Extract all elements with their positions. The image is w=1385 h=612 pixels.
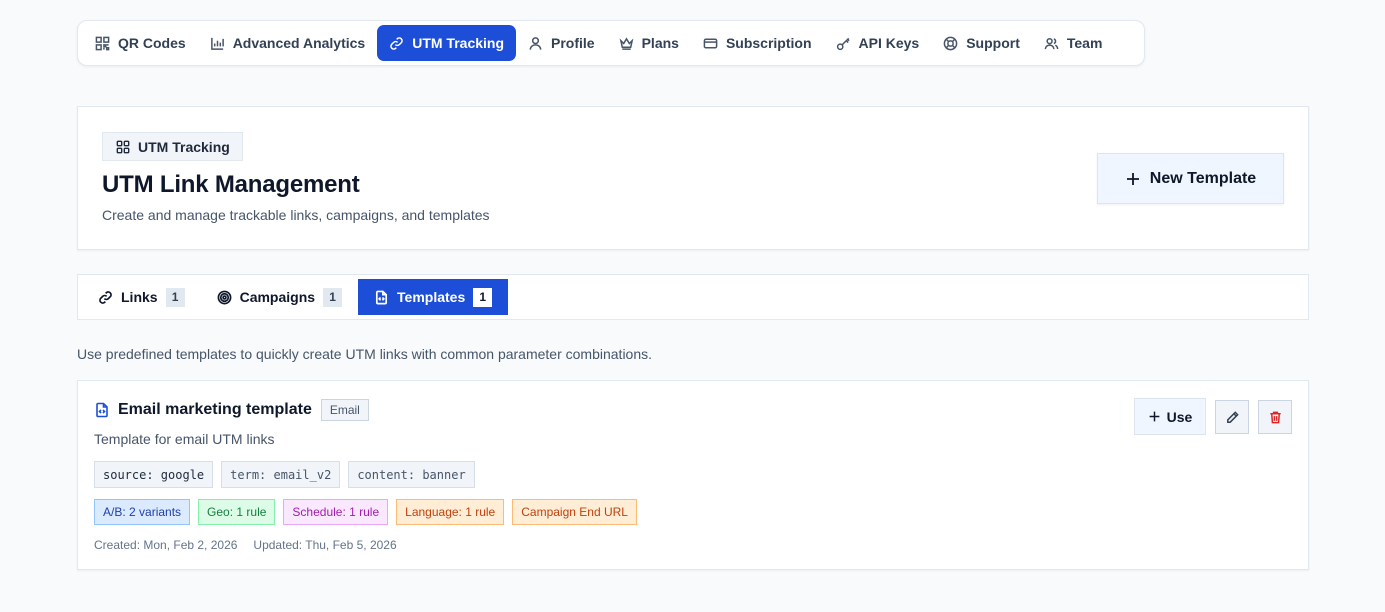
- crown-icon: [619, 36, 634, 51]
- nav-item-label: API Keys: [858, 35, 920, 51]
- link-icon: [98, 290, 113, 305]
- credit-card-icon: [703, 36, 718, 51]
- nav-item-label: Team: [1066, 35, 1103, 51]
- user-icon: [528, 36, 543, 51]
- tab-count-badge: 1: [165, 287, 185, 307]
- plus-icon: [1148, 410, 1161, 423]
- template-description: Template for email UTM links: [94, 431, 275, 447]
- nav-item-api-keys[interactable]: API Keys: [824, 25, 932, 61]
- templates-description: Use predefined templates to quickly crea…: [77, 346, 653, 362]
- nav-item-label: Profile: [551, 35, 595, 51]
- language-rule-badge: Language: 1 rule: [396, 499, 505, 525]
- edit-template-button[interactable]: [1215, 400, 1249, 434]
- tab-bar: Links 1 Campaigns 1 Templates 1: [77, 274, 1309, 320]
- tab-links[interactable]: Links 1: [82, 279, 201, 315]
- template-category-badge: Email: [320, 399, 369, 421]
- file-code-icon: [374, 290, 389, 305]
- nav-item-profile[interactable]: Profile: [516, 25, 607, 61]
- grid-icon: [116, 140, 130, 154]
- nav-item-advanced-analytics[interactable]: Advanced Analytics: [198, 25, 378, 61]
- tab-label: Links: [121, 289, 158, 305]
- param-chip: source: google: [94, 461, 214, 488]
- nav-item-label: QR Codes: [118, 35, 186, 51]
- nav-item-team[interactable]: Team: [1032, 25, 1115, 61]
- template-card: Email marketing template Email Template …: [77, 380, 1309, 570]
- template-header: Email marketing template Email: [94, 399, 369, 421]
- qr-code-icon: [95, 36, 110, 51]
- nav-item-label: Plans: [641, 35, 679, 51]
- nav-item-support[interactable]: Support: [931, 25, 1032, 61]
- top-navigation: QR Codes Advanced Analytics UTM Tracking…: [77, 20, 1145, 66]
- page-title: UTM Link Management: [102, 171, 360, 198]
- delete-template-button[interactable]: [1258, 400, 1292, 434]
- users-icon: [1044, 36, 1059, 51]
- tab-count-badge: 1: [323, 287, 343, 307]
- nav-item-label: Support: [966, 35, 1020, 51]
- nav-item-label: UTM Tracking: [412, 35, 505, 51]
- tab-label: Campaigns: [239, 289, 316, 305]
- template-name: Email marketing template: [118, 401, 312, 418]
- nav-item-label: Subscription: [725, 35, 812, 51]
- key-icon: [836, 36, 851, 51]
- tab-campaigns[interactable]: Campaigns 1: [201, 279, 358, 315]
- nav-item-utm-tracking[interactable]: UTM Tracking: [377, 25, 517, 61]
- template-actions: Use: [1134, 398, 1292, 435]
- plus-icon: [1125, 171, 1141, 187]
- use-template-button[interactable]: Use: [1134, 398, 1206, 435]
- new-template-button[interactable]: New Template: [1097, 153, 1284, 204]
- lifebuoy-icon: [943, 36, 958, 51]
- updated-date: Updated: Thu, Feb 5, 2026: [253, 538, 397, 552]
- trash-icon: [1268, 410, 1283, 425]
- ab-variants-badge: A/B: 2 variants: [94, 499, 191, 525]
- schedule-rule-badge: Schedule: 1 rule: [283, 499, 389, 525]
- file-code-icon: [94, 402, 110, 418]
- page-subtitle: Create and manage trackable links, campa…: [102, 207, 490, 223]
- nav-item-subscription[interactable]: Subscription: [691, 25, 824, 61]
- nav-item-label: Advanced Analytics: [232, 35, 366, 51]
- template-params: source: google term: email_v2 content: b…: [94, 461, 475, 488]
- page-header-card: UTM Tracking UTM Link Management Create …: [77, 106, 1309, 250]
- template-dates: Created: Mon, Feb 2, 2026 Updated: Thu, …: [94, 538, 397, 552]
- tab-label: Templates: [397, 289, 466, 305]
- nav-item-plans[interactable]: Plans: [607, 25, 691, 61]
- param-chip: term: email_v2: [221, 461, 341, 488]
- param-chip: content: banner: [348, 461, 475, 488]
- nav-item-qr-codes[interactable]: QR Codes: [83, 25, 198, 61]
- pencil-icon: [1225, 410, 1240, 425]
- link-icon: [389, 36, 404, 51]
- tab-count-badge: 1: [473, 287, 493, 307]
- tab-templates[interactable]: Templates 1: [358, 279, 509, 315]
- bar-chart-icon: [210, 36, 225, 51]
- new-template-label: New Template: [1149, 169, 1257, 187]
- template-rules: A/B: 2 variants Geo: 1 rule Schedule: 1 …: [94, 499, 637, 525]
- campaign-end-url-badge: Campaign End URL: [512, 499, 637, 525]
- section-badge: UTM Tracking: [102, 132, 243, 161]
- target-icon: [217, 290, 232, 305]
- use-label: Use: [1166, 408, 1193, 425]
- section-badge-label: UTM Tracking: [138, 138, 230, 155]
- geo-rule-badge: Geo: 1 rule: [198, 499, 276, 525]
- created-date: Created: Mon, Feb 2, 2026: [94, 538, 238, 552]
